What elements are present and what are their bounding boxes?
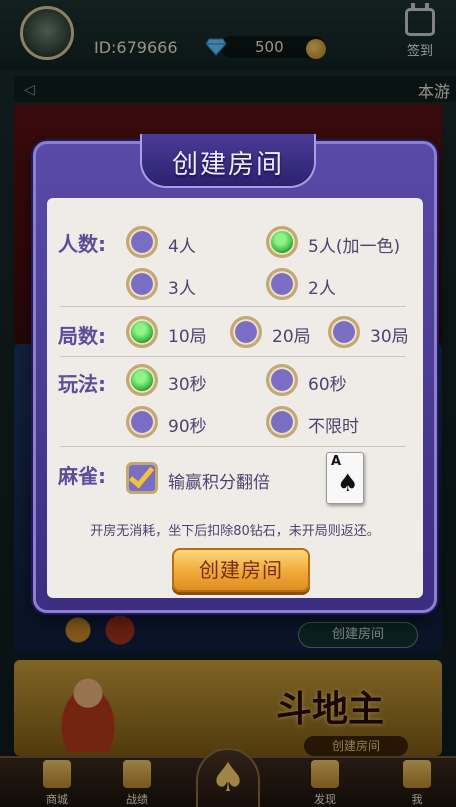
play-label: 玩法: [58, 372, 106, 396]
option-rounds-10: 10局 [168, 327, 207, 347]
divider [60, 446, 406, 447]
radio-play-unlimited[interactable] [266, 406, 298, 438]
option-play-60s: 60秒 [308, 375, 347, 395]
divider [60, 306, 406, 307]
radio-play-60s[interactable] [266, 364, 298, 396]
cost-note: 开房无消耗，坐下后扣除80钻石，未开局则返还。 [90, 524, 380, 539]
option-players-4: 4人 [168, 237, 196, 257]
radio-rounds-20[interactable] [230, 316, 262, 348]
option-play-unlimited: 不限时 [308, 417, 359, 437]
rounds-label: 局数: [58, 324, 106, 348]
option-play-90s: 90秒 [168, 417, 207, 437]
radio-play-30s[interactable] [126, 364, 158, 396]
option-players-2: 2人 [308, 279, 336, 299]
radio-players-4[interactable] [126, 226, 158, 258]
option-rounds-30: 30局 [370, 327, 409, 347]
radio-players-3[interactable] [126, 268, 158, 300]
radio-rounds-10[interactable] [126, 316, 158, 348]
option-play-30s: 30秒 [168, 375, 207, 395]
card-suit: ♠ [337, 469, 359, 497]
checkmark-icon [128, 461, 155, 489]
ace-of-spades-card: A ♠ [326, 452, 364, 504]
divider [60, 356, 406, 357]
radio-rounds-30[interactable] [328, 316, 360, 348]
option-rounds-20: 20局 [272, 327, 311, 347]
mahjong-label: 麻雀: [58, 464, 106, 488]
radio-play-90s[interactable] [126, 406, 158, 438]
create-room-button[interactable]: 创建房间 [172, 548, 310, 592]
radio-players-5[interactable] [266, 226, 298, 258]
option-players-5: 5人(加一色) [308, 237, 401, 257]
option-players-3: 3人 [168, 279, 196, 299]
double-score-label: 输赢积分翻倍 [168, 473, 270, 493]
card-rank: A [331, 454, 342, 469]
players-label: 人数: [58, 232, 106, 256]
radio-players-2[interactable] [266, 268, 298, 300]
dialog-title: 创建房间 [171, 150, 284, 180]
double-score-checkbox[interactable] [126, 461, 158, 494]
